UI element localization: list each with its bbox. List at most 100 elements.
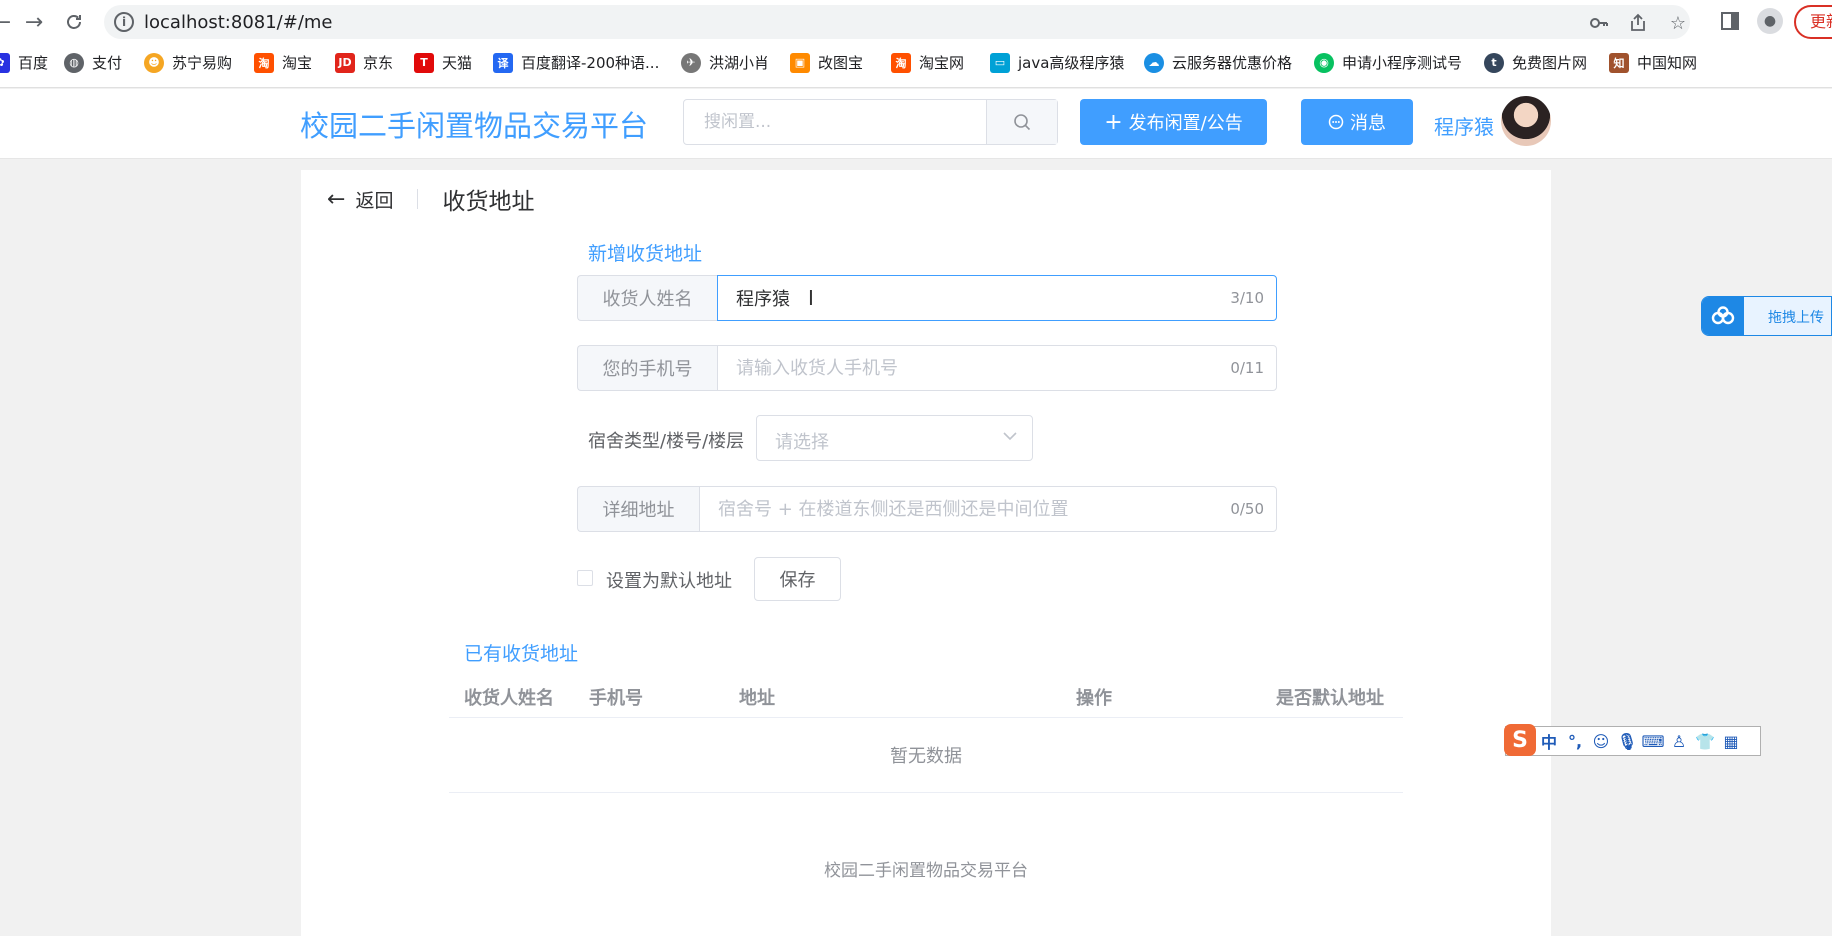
forward-nav-icon[interactable]: → (18, 6, 50, 38)
table-empty-state: 暂无数据 (449, 718, 1403, 793)
default-address-label[interactable]: 设置为默认地址 (606, 567, 732, 593)
wechat-icon: ◉ (1314, 52, 1334, 73)
dorm-label: 宿舍类型/楼号/楼层 (588, 431, 745, 452)
search-icon (1014, 114, 1031, 131)
sogou-logo-icon[interactable]: S (1504, 724, 1536, 756)
divider (417, 189, 419, 209)
publish-button[interactable]: + 发布闲置/公告 (1080, 99, 1267, 145)
bookmark-item[interactable]: ☁ 云服务器优惠价格 (1144, 52, 1292, 73)
bookmark-item[interactable]: ◉ 申请小程序测试号 (1314, 52, 1462, 73)
microphone-icon[interactable]: 🎙 (1614, 732, 1640, 751)
keyboard-icon[interactable]: ⌨ (1640, 732, 1666, 751)
receiver-name-input[interactable] (718, 276, 1276, 320)
bookmark-item[interactable]: ✿百度 (0, 52, 48, 73)
bookmark-item[interactable]: t 免费图片网 (1484, 52, 1587, 73)
bookmark-item[interactable]: 知中国知网 (1609, 52, 1697, 73)
phone-label: 您的手机号 (577, 345, 717, 391)
receiver-name-group: 收货人姓名 I 3/10 (577, 275, 1277, 321)
page-header: ← 返回 收货地址 (327, 184, 535, 216)
page-title: 收货地址 (442, 189, 535, 215)
column-header: 地址 (739, 688, 775, 709)
ime-punctuation-toggle[interactable]: °, (1562, 732, 1588, 751)
search-button[interactable] (986, 100, 1057, 144)
cloud-icon: ☁ (1144, 52, 1164, 73)
dorm-select[interactable]: 请选择 (756, 415, 1033, 461)
main-card: ← 返回 收货地址 新增收货地址 收货人姓名 I 3/10 您的手机号 0/11… (301, 170, 1551, 936)
arrow-left-icon: ← (327, 186, 346, 212)
grid-menu-icon[interactable]: ▦ (1718, 732, 1744, 751)
bookmark-item[interactable]: ◍ 支付 (64, 52, 122, 73)
new-address-title: 新增收货地址 (588, 243, 703, 265)
reload-icon[interactable] (58, 6, 90, 38)
bookmarks-bar: ✿百度 ◍支付 ☻苏宁易购 淘淘宝 JD京东 T天猫 译百度翻译-200种语..… (0, 48, 1832, 78)
detail-address-label: 详细地址 (577, 486, 699, 532)
bookmark-item[interactable]: T 天猫 (414, 52, 472, 73)
gaitubao-icon: ▣ (790, 52, 810, 73)
profile-icon[interactable]: ● (1757, 8, 1783, 34)
address-table-header: 收货人姓名 手机号 地址 操作 是否默认地址 (449, 672, 1403, 718)
ime-toolbar: S 中 °, ☺ 🎙 ⌨ ♙ 👕 ▦ (1504, 724, 1761, 756)
detail-address-field[interactable]: 0/50 (699, 486, 1277, 532)
browser-chrome: ← → i localhost:8081/#/me ☆ ● 更新 ✿百度 ◍支付… (0, 0, 1832, 88)
bookmark-item[interactable]: ✈ 洪湖小肖 (681, 52, 769, 73)
search-input[interactable] (684, 100, 987, 144)
save-button[interactable]: 保存 (754, 557, 841, 601)
bookmark-item[interactable]: JD 京东 (335, 52, 393, 73)
back-button[interactable]: ← 返回 (327, 186, 393, 213)
chevron-down-icon (1003, 432, 1017, 441)
footer-text: 校园二手闲置物品交易平台 (824, 861, 1028, 881)
app-header: 校园二手闲置物品交易平台 + 发布闲置/公告 消息 程序猿 (0, 89, 1832, 159)
address-bar[interactable]: i localhost:8081/#/me ☆ (104, 5, 1690, 39)
tmall-icon: T (414, 52, 434, 73)
receiver-name-field[interactable]: I 3/10 (717, 275, 1277, 321)
phone-group: 您的手机号 0/11 (577, 345, 1277, 391)
taobao-icon: 淘 (254, 52, 274, 73)
bookmark-item[interactable]: 淘淘宝网 (891, 52, 964, 73)
info-icon[interactable]: i (114, 12, 134, 32)
drag-upload-label: 拖拽上传 (1768, 310, 1824, 326)
side-panel-icon[interactable] (1717, 8, 1743, 34)
user-name[interactable]: 程序猿 (1434, 111, 1494, 140)
url-text[interactable]: localhost:8081/#/me (144, 12, 333, 33)
wing-icon: ✈ (681, 52, 701, 73)
message-button[interactable]: 消息 (1301, 99, 1413, 145)
paw-icon: ✿ (0, 52, 10, 73)
emoji-icon[interactable]: ☺ (1588, 732, 1614, 751)
bookmark-item[interactable]: 淘淘宝 (254, 52, 312, 73)
detail-address-group: 详细地址 0/50 (577, 486, 1277, 532)
bookmark-item[interactable]: ▭ java高级程序猿 (990, 52, 1124, 73)
existing-address-title: 已有收货地址 (464, 643, 579, 665)
column-header: 手机号 (589, 688, 643, 709)
bilibili-icon: ▭ (990, 52, 1010, 73)
avatar[interactable] (1501, 96, 1551, 146)
site-title[interactable]: 校园二手闲置物品交易平台 (300, 103, 648, 145)
phone-field[interactable]: 0/11 (717, 345, 1277, 391)
bookmark-item[interactable]: ▣ 改图宝 (790, 52, 863, 73)
detail-counter: 0/50 (1230, 500, 1264, 518)
cloud-upload-icon (1702, 297, 1744, 335)
chat-icon (1328, 114, 1344, 130)
star-icon[interactable]: ☆ (1667, 12, 1689, 34)
search-box (683, 99, 1058, 145)
receiver-name-label: 收货人姓名 (577, 275, 717, 321)
bookmark-item[interactable]: 译百度翻译-200种语... (493, 52, 659, 73)
cnki-icon: 知 (1609, 52, 1629, 73)
translate-icon: 译 (493, 52, 513, 73)
phone-input[interactable] (718, 346, 1276, 390)
share-icon[interactable] (1627, 12, 1649, 34)
key-icon[interactable] (1588, 12, 1610, 34)
column-header: 收货人姓名 (464, 688, 554, 709)
column-header: 操作 (1076, 688, 1112, 709)
name-counter: 3/10 (1230, 289, 1264, 307)
browser-update-button[interactable]: 更新 (1794, 5, 1832, 39)
tumblr-icon: t (1484, 52, 1504, 73)
bookmark-item[interactable]: ☻ 苏宁易购 (144, 52, 232, 73)
back-nav-icon[interactable]: ← (0, 6, 18, 38)
default-address-checkbox[interactable] (577, 570, 593, 586)
skin-shirt-icon[interactable]: 👕 (1692, 732, 1718, 751)
plus-icon: + (1104, 109, 1123, 135)
drag-upload-widget[interactable]: 拖拽上传 (1701, 296, 1832, 336)
detail-address-input[interactable] (700, 487, 1276, 531)
ime-language-toggle[interactable]: 中 (1536, 729, 1562, 753)
user-settings-icon[interactable]: ♙ (1666, 732, 1692, 751)
